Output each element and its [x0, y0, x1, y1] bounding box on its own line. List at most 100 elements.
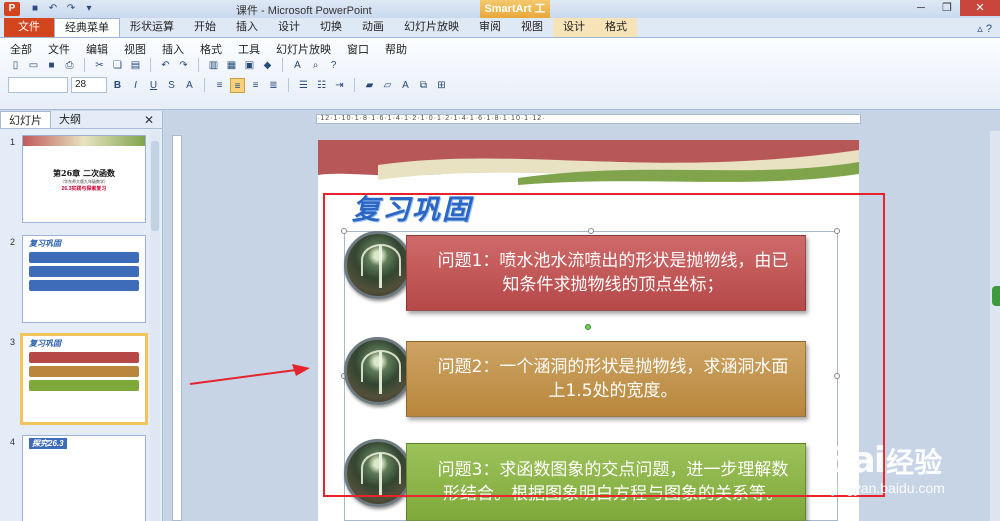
chart-icon[interactable]: ▥	[206, 58, 221, 73]
tab-slides[interactable]: 幻灯片	[0, 111, 51, 128]
vertical-ruler	[172, 135, 182, 521]
fill-color-icon[interactable]: ▰	[362, 78, 377, 93]
redo-icon[interactable]: ↷	[64, 3, 78, 15]
thumb-heading: 26.3实践与探索复习	[61, 186, 107, 192]
tab-file[interactable]: 文件	[4, 18, 54, 37]
tab-slideshow[interactable]: 幻灯片放映	[394, 18, 469, 37]
menu-insert[interactable]: 插入	[162, 41, 184, 56]
align-right-icon[interactable]: ≡	[248, 78, 263, 93]
slide-header-band	[23, 136, 145, 146]
indent-icon[interactable]: ⇥	[332, 78, 347, 93]
group-icon[interactable]: ⊞	[434, 78, 449, 93]
text-color-icon[interactable]: A	[398, 78, 413, 93]
divider	[198, 58, 199, 72]
menu-view[interactable]: 视图	[124, 41, 146, 56]
paste-icon[interactable]: ▤	[128, 58, 143, 73]
thumb-item	[29, 366, 139, 377]
divider	[354, 78, 355, 92]
customize-qat-icon[interactable]: ▾	[82, 3, 96, 15]
align-center-icon[interactable]: ≡	[230, 77, 245, 93]
minimize-icon[interactable]: ─	[908, 0, 934, 16]
menu-help[interactable]: 帮助	[385, 41, 407, 56]
save-icon[interactable]: ■	[28, 3, 42, 15]
new-file-icon[interactable]: ▯	[8, 58, 23, 73]
tab-design[interactable]: 设计	[268, 18, 310, 37]
divider	[204, 78, 205, 92]
help-icon[interactable]: ▵ ?	[977, 22, 992, 35]
tab-insert[interactable]: 插入	[226, 18, 268, 37]
close-icon[interactable]: ✕	[960, 0, 1000, 16]
copy-icon[interactable]: ❏	[110, 58, 125, 73]
italic-icon[interactable]: I	[128, 78, 143, 93]
tab-shape-ops[interactable]: 形状运算	[120, 18, 184, 37]
watermark-brand: Bai	[826, 440, 886, 481]
tab-smartart-format[interactable]: 格式	[595, 18, 637, 37]
font-size-select[interactable]: 28	[71, 77, 107, 93]
align-left-icon[interactable]: ≡	[212, 78, 227, 93]
underline-icon[interactable]: U	[146, 78, 161, 93]
close-icon[interactable]: ✕	[144, 113, 154, 127]
undo-icon[interactable]: ↶	[158, 58, 173, 73]
powerpoint-app-icon[interactable]: P	[4, 2, 20, 16]
menu-window[interactable]: 窗口	[347, 41, 369, 56]
slides-panel-scrollbar[interactable]	[150, 131, 160, 521]
justify-icon[interactable]: ≣	[266, 78, 281, 93]
menu-format[interactable]: 格式	[200, 41, 222, 56]
tab-animations[interactable]: 动画	[352, 18, 394, 37]
restore-icon[interactable]: ❐	[934, 0, 960, 16]
menu-edit[interactable]: 编辑	[86, 41, 108, 56]
toolbar-row-2: 28 B I U S A ≡ ≡ ≡ ≣ ☰ ☷ ⇥ ▰ ▱ A ⧉ ⊞	[0, 75, 1000, 95]
line-color-icon[interactable]: ▱	[380, 78, 395, 93]
cut-icon[interactable]: ✂	[92, 58, 107, 73]
menu-file[interactable]: 文件	[48, 41, 70, 56]
tab-outline[interactable]: 大纲	[51, 111, 89, 128]
tab-review[interactable]: 审阅	[469, 18, 511, 37]
quick-access-toolbar: ■ ↶ ↷ ▾	[28, 3, 96, 15]
horizontal-ruler: ·12·1·10·1·8·1·6·1·4·1·2·1·0·1·2·1·4·1·6…	[316, 114, 861, 124]
divider	[150, 58, 151, 72]
open-icon[interactable]: ▭	[26, 58, 41, 73]
watermark-cn: 经验	[886, 445, 943, 479]
font-name-select[interactable]	[8, 77, 68, 93]
watermark-url: jingyan.baidu.com	[832, 480, 945, 496]
bold-icon[interactable]: B	[110, 78, 125, 93]
slide-thumbnail-2[interactable]: 复习巩固	[22, 235, 146, 323]
tab-transitions[interactable]: 切换	[310, 18, 352, 37]
thumb-title: 第26章 二次函数	[53, 168, 115, 178]
redo-icon[interactable]: ↷	[176, 58, 191, 73]
slide-number: 4	[10, 437, 16, 447]
save-icon[interactable]: ■	[44, 58, 59, 73]
editor-scrollbar[interactable]	[990, 131, 1000, 521]
slide-thumbnail-4[interactable]: 探究26.3	[22, 435, 146, 521]
strikethrough-icon[interactable]: S	[164, 78, 179, 93]
tab-smartart-design[interactable]: 设计	[553, 18, 595, 37]
tab-home[interactable]: 开始	[184, 18, 226, 37]
slide-thumbnail-3[interactable]: 复习巩固	[20, 333, 148, 425]
undo-icon[interactable]: ↶	[46, 3, 60, 15]
divider	[288, 78, 289, 92]
numbering-icon[interactable]: ☷	[314, 78, 329, 93]
table-icon[interactable]: ▦	[224, 58, 239, 73]
menu-tools[interactable]: 工具	[238, 41, 260, 56]
help-icon[interactable]: ?	[326, 58, 341, 73]
baidu-watermark: Bai 经验	[826, 440, 942, 481]
tab-view[interactable]: 视图	[511, 18, 553, 37]
print-icon[interactable]: ⎙	[62, 58, 77, 73]
slides-panel-tabs: 幻灯片 大纲	[0, 111, 162, 129]
picture-icon[interactable]: ▣	[242, 58, 257, 73]
annotation-highlight-box	[323, 193, 885, 497]
slide-thumbnail-1[interactable]: 第26章 二次函数 （华东师大版九年级数学） 26.3实践与探索复习	[22, 135, 146, 223]
shapes-icon[interactable]: ◆	[260, 58, 275, 73]
textbox-icon[interactable]: A	[290, 58, 305, 73]
font-color-icon[interactable]: A	[182, 78, 197, 93]
tab-classic-menu[interactable]: 经典菜单	[54, 18, 120, 37]
window-title: 课件 - Microsoft PowerPoint	[236, 5, 372, 17]
zoom-icon[interactable]: ⌕	[308, 58, 323, 73]
menu-slideshow[interactable]: 幻灯片放映	[276, 41, 331, 56]
menu-all[interactable]: 全部	[10, 41, 32, 56]
scrollbar-thumb[interactable]	[151, 141, 159, 231]
bullets-icon[interactable]: ☰	[296, 78, 311, 93]
ribbon: 全部 文件 编辑 视图 插入 格式 工具 幻灯片放映 窗口 帮助 ▯ ▭ ■ ⎙…	[0, 38, 1000, 110]
side-tab-icon[interactable]	[992, 286, 1000, 306]
arrange-icon[interactable]: ⧉	[416, 78, 431, 93]
